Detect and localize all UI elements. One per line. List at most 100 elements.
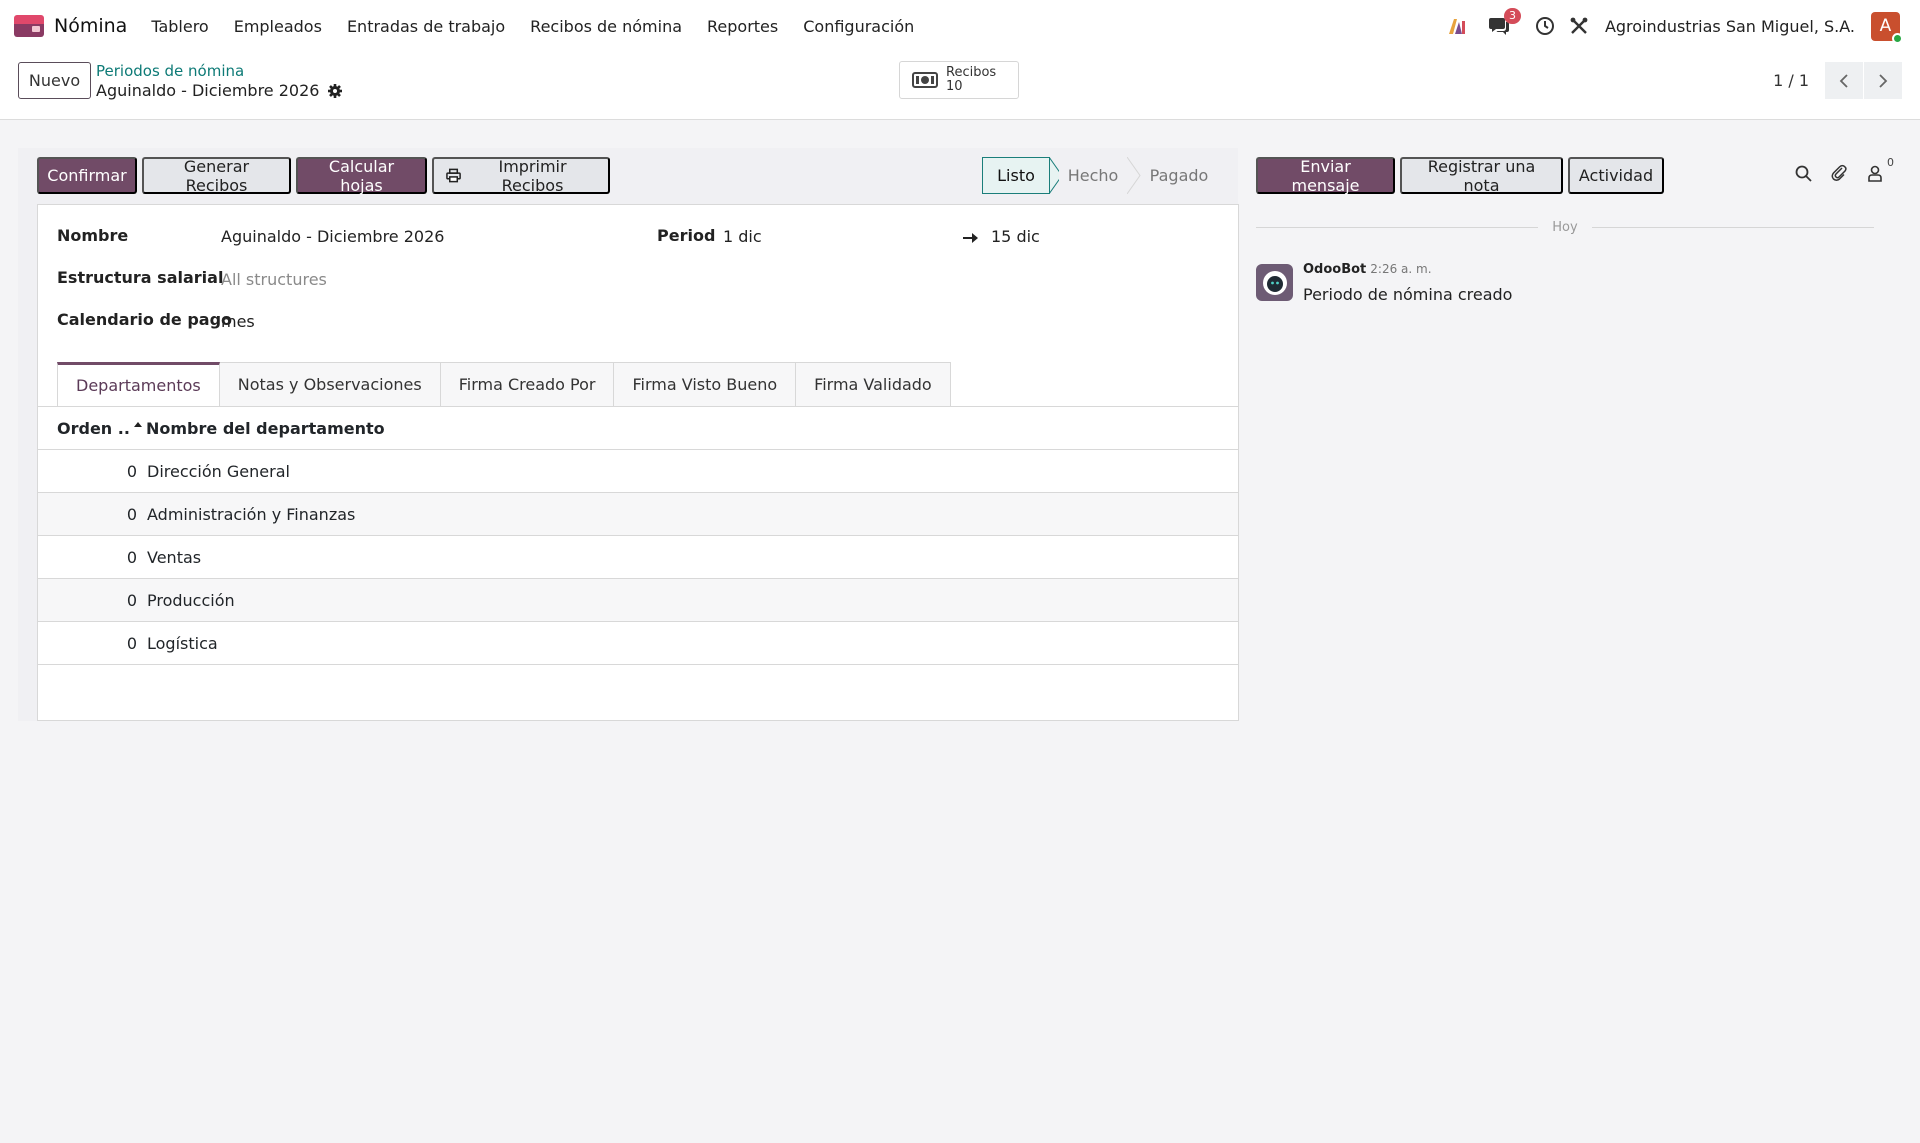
receipts-smart-button[interactable]: Recibos 10: [899, 61, 1019, 99]
column-header-order[interactable]: Orden ..: [38, 419, 146, 438]
confirm-button[interactable]: Confirmar: [37, 157, 137, 194]
table-row[interactable]: 0 Ventas: [38, 536, 1238, 579]
print-receipts-button[interactable]: Imprimir Recibos: [432, 156, 610, 195]
status-step-label: Pagado: [1149, 166, 1209, 185]
breadcrumb-current: Aguinaldo - Diciembre 2026: [96, 81, 343, 100]
user-avatar[interactable]: A: [1871, 11, 1903, 44]
row-order: 0: [126, 590, 137, 610]
tab-notas-y-observaciones[interactable]: Notas y Observaciones: [219, 362, 441, 407]
pager-value[interactable]: 1 / 1: [1773, 71, 1809, 90]
period-end-field[interactable]: 15 dic: [991, 227, 1040, 246]
chevron-right-icon: [1879, 73, 1888, 88]
form-tabs: Departamentos Notas y Observaciones Firm…: [57, 362, 951, 407]
clock-icon[interactable]: [1533, 14, 1557, 38]
log-note-button[interactable]: Registrar una nota: [1400, 157, 1563, 195]
followers-button[interactable]: 0: [1864, 156, 1894, 184]
payroll-app-icon[interactable]: [14, 15, 44, 37]
row-department-name: Administración y Finanzas: [147, 504, 356, 524]
tab-departamentos[interactable]: Departamentos: [57, 362, 220, 407]
message-author-name[interactable]: OdooBot: [1303, 262, 1366, 277]
menu-empleados[interactable]: Empleados: [234, 17, 322, 36]
salary-structure-label: Estructura salarial: [57, 268, 224, 287]
tab-firma-validado[interactable]: Firma Validado: [796, 362, 951, 407]
sort-ascending-icon: [133, 422, 142, 427]
money-icon: [912, 72, 938, 88]
table-row[interactable]: 0 Administración y Finanzas: [38, 493, 1238, 536]
paperclip-icon[interactable]: [1828, 162, 1850, 184]
pay-calendar-field[interactable]: mes: [221, 312, 255, 331]
period-label: Period: [657, 226, 716, 245]
pay-calendar-label: Calendario de pago: [57, 310, 233, 329]
form-statusbar: Confirmar Generar Recibos Calcular hojas…: [18, 148, 1238, 196]
new-button[interactable]: Nuevo: [18, 62, 91, 99]
status-step-label: Hecho: [1067, 166, 1119, 185]
record-title: Aguinaldo - Diciembre 2026: [96, 81, 320, 100]
name-label: Nombre: [57, 226, 129, 245]
messages-icon[interactable]: 3: [1487, 8, 1521, 38]
row-order: 0: [126, 461, 137, 481]
step-arrow: [1127, 157, 1141, 194]
chatter-panel: Enviar mensaje Registrar una nota Activi…: [1250, 148, 1902, 721]
salary-structure-field[interactable]: All structures: [221, 270, 327, 289]
arrow-right-icon: [963, 233, 978, 243]
table-row[interactable]: 0 Producción: [38, 579, 1238, 622]
odoobot-avatar[interactable]: [1256, 264, 1293, 301]
activity-button[interactable]: Actividad: [1568, 157, 1664, 194]
row-order: 0: [126, 633, 137, 653]
row-order: 0: [126, 504, 137, 524]
pager-previous-button[interactable]: [1825, 62, 1863, 99]
row-department-name: Producción: [147, 590, 235, 610]
departments-table: Orden .. Nombre del departamento 0 Direcc…: [38, 406, 1238, 665]
table-body: 0 Dirección General 0 Administración y Fin…: [38, 450, 1238, 665]
tab-firma-creado-por[interactable]: Firma Creado Por: [440, 362, 615, 407]
app-name[interactable]: Nómina: [54, 15, 127, 37]
menu-recibos-de-nomina[interactable]: Recibos de nómina: [530, 17, 682, 36]
menu-entradas-de-trabajo[interactable]: Entradas de trabajo: [347, 17, 505, 36]
print-receipts-label: Imprimir Recibos: [498, 156, 567, 195]
status-step-label: Listo: [997, 166, 1035, 185]
table-header: Orden .. Nombre del departamento: [38, 406, 1238, 450]
message-time: 2:26 a. m.: [1370, 262, 1432, 276]
chevron-left-icon: [1839, 73, 1848, 88]
column-header-order-label: Orden ..: [57, 418, 130, 438]
robot-icon: [1262, 270, 1287, 295]
period-start-field[interactable]: 1 dic: [723, 227, 762, 246]
avatar-initial: A: [1879, 16, 1892, 36]
ai-icon[interactable]: [1445, 14, 1469, 38]
gear-icon[interactable]: [327, 83, 343, 99]
smart-button-label: Recibos: [946, 65, 997, 80]
messages-badge: 3: [1503, 8, 1521, 24]
tools-icon[interactable]: [1567, 14, 1591, 38]
message-author: OdooBot 2:26 a. m.: [1303, 262, 1432, 277]
tab-firma-visto-bueno[interactable]: Firma Visto Bueno: [614, 362, 797, 407]
message-body: Periodo de nómina creado: [1303, 285, 1513, 304]
menu-tablero[interactable]: Tablero: [151, 17, 208, 36]
menu-reportes[interactable]: Reportes: [707, 17, 778, 36]
day-separator-label: Hoy: [1552, 219, 1578, 235]
status-step-hecho[interactable]: Hecho: [1059, 157, 1127, 194]
search-icon[interactable]: [1792, 162, 1814, 184]
table-row[interactable]: 0 Logística: [38, 622, 1238, 665]
followers-count: 0: [1887, 156, 1894, 169]
row-department-name: Logística: [147, 633, 218, 653]
send-message-button[interactable]: Enviar mensaje: [1256, 157, 1395, 195]
day-separator: Hoy: [1256, 220, 1874, 235]
status-step-listo[interactable]: Listo: [982, 157, 1050, 194]
generate-receipts-button[interactable]: Generar Recibos: [142, 157, 291, 195]
breadcrumb-parent-link[interactable]: Periodos de nómina: [96, 62, 244, 80]
control-panel: Nuevo Periodos de nómina Aguinaldo - Dic…: [0, 52, 1920, 120]
calculate-sheets-button[interactable]: Calcular hojas: [296, 157, 427, 195]
pager-next-button[interactable]: [1864, 62, 1902, 99]
status-step-pagado[interactable]: Pagado: [1141, 157, 1217, 194]
menu-configuracion[interactable]: Configuración: [803, 17, 914, 36]
online-status-dot: [1892, 32, 1903, 44]
name-field[interactable]: Aguinaldo - Diciembre 2026: [221, 227, 444, 246]
smart-button-count: 10: [946, 79, 963, 94]
table-row[interactable]: 0 Dirección General: [38, 450, 1238, 493]
printer-icon: [446, 168, 461, 183]
top-navbar: Nómina Tablero Empleados Entradas de tra…: [0, 0, 1920, 52]
pager: 1 / 1: [1773, 62, 1902, 99]
company-switcher[interactable]: Agroindustrias San Miguel, S.A.: [1605, 17, 1855, 36]
form-sheet: Nombre Aguinaldo - Diciembre 2026 Period…: [37, 204, 1239, 721]
column-header-department-name[interactable]: Nombre del departamento: [146, 419, 385, 438]
